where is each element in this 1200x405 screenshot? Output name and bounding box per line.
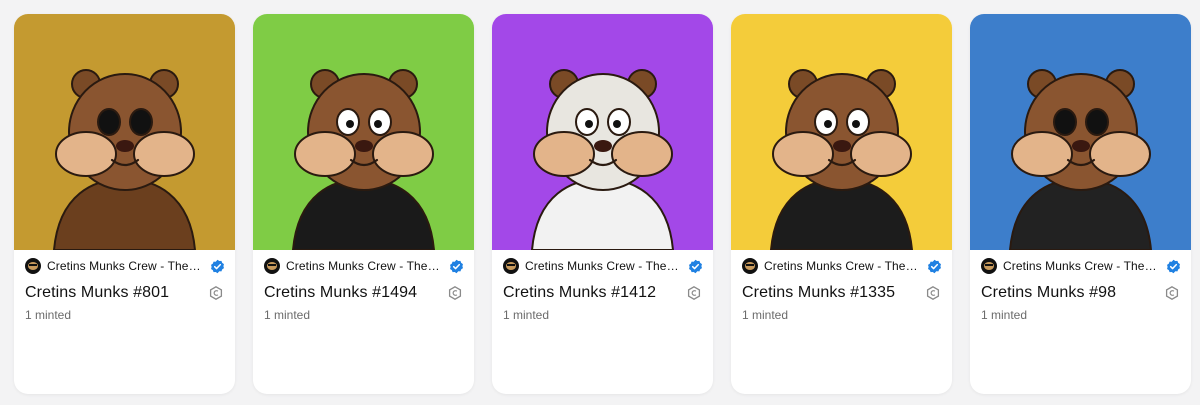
nft-card[interactable]: Cretins Munks Crew - The ... Cretins Mun… [253,14,474,394]
nft-artwork[interactable] [492,14,713,250]
collection-name[interactable]: Cretins Munks Crew - The ... [286,259,441,273]
collection-avatar-icon [981,258,997,274]
collection-name[interactable]: Cretins Munks Crew - The ... [47,259,202,273]
nft-title[interactable]: Cretins Munks #1412 [503,284,703,302]
nft-card[interactable]: Cretins Munks Crew - The ... Cretins Mun… [731,14,952,394]
nft-artwork[interactable] [14,14,235,250]
collection-row[interactable]: Cretins Munks Crew - The ... [981,258,1181,274]
minted-count: 1 minted [742,308,789,322]
nft-title[interactable]: Cretins Munks #98 [981,284,1181,302]
nft-title[interactable]: Cretins Munks #1335 [742,284,942,302]
collection-avatar-icon [25,258,41,274]
chain-icon [687,286,701,300]
chain-icon [926,286,940,300]
minted-count: 1 minted [264,308,311,322]
verified-badge-icon [689,259,702,273]
collection-row[interactable]: Cretins Munks Crew - The ... [503,258,703,274]
verified-badge-icon [1167,259,1180,273]
chain-icon [209,286,223,300]
nft-card[interactable]: Cretins Munks Crew - The ... Cretins Mun… [14,14,235,394]
collection-avatar-icon [742,258,758,274]
chain-icon [448,286,462,300]
nft-artwork[interactable] [731,14,952,250]
collection-name[interactable]: Cretins Munks Crew - The ... [764,259,919,273]
collection-avatar-icon [503,258,519,274]
nft-card-grid: Cretins Munks Crew - The ... Cretins Mun… [14,14,1191,394]
verified-badge-icon [211,259,224,273]
chain-icon [1165,286,1179,300]
verified-badge-icon [450,259,463,273]
minted-count: 1 minted [503,308,550,322]
nft-title[interactable]: Cretins Munks #1494 [264,284,464,302]
collection-name[interactable]: Cretins Munks Crew - The ... [1003,259,1158,273]
collection-name[interactable]: Cretins Munks Crew - The ... [525,259,680,273]
collection-row[interactable]: Cretins Munks Crew - The ... [264,258,464,274]
nft-card[interactable]: Cretins Munks Crew - The ... Cretins Mun… [492,14,713,394]
nft-artwork[interactable] [253,14,474,250]
collection-row[interactable]: Cretins Munks Crew - The ... [742,258,942,274]
nft-card[interactable]: Cretins Munks Crew - The ... Cretins Mun… [970,14,1191,394]
minted-count: 1 minted [981,308,1028,322]
collection-avatar-icon [264,258,280,274]
nft-artwork[interactable] [970,14,1191,250]
collection-row[interactable]: Cretins Munks Crew - The ... [25,258,225,274]
minted-count: 1 minted [25,308,72,322]
verified-badge-icon [928,259,941,273]
nft-title[interactable]: Cretins Munks #801 [25,284,225,302]
